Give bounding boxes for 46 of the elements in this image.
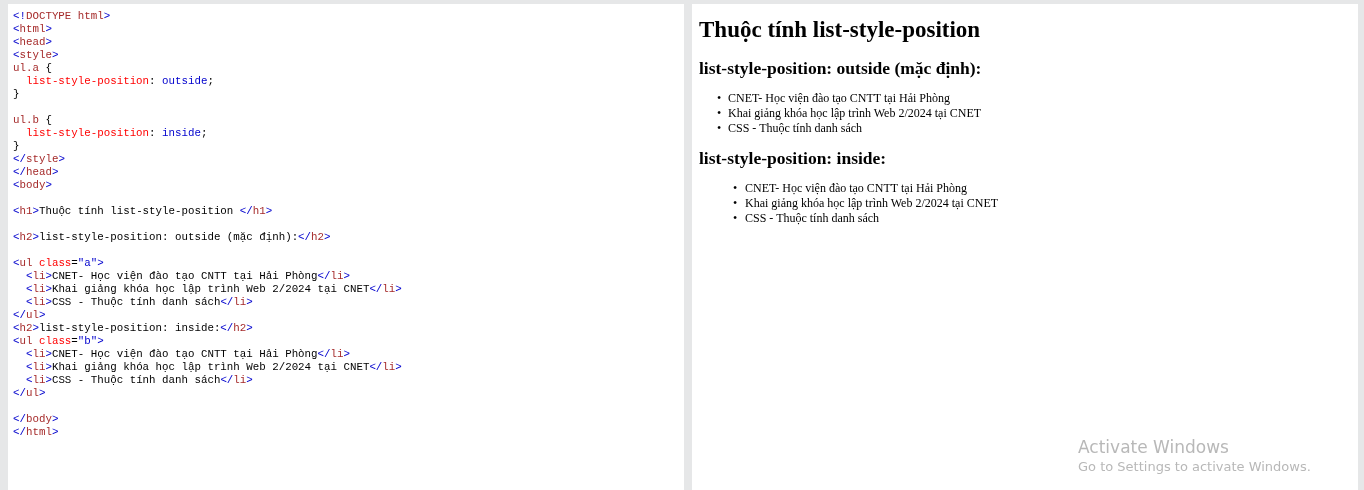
list-item: CSS - Thuộc tính danh sách xyxy=(728,120,863,136)
code-line: <ul class="b"> xyxy=(13,335,105,348)
code-line: ul.a { xyxy=(13,62,53,75)
bullet-icon: • xyxy=(733,180,745,196)
code-line: } xyxy=(13,140,21,153)
code-line: </style> xyxy=(13,153,66,166)
bullet-icon: • xyxy=(733,210,745,226)
code-line: </ul> xyxy=(13,309,47,322)
code-line: <li>CSS - Thuộc tính danh sách</li> xyxy=(24,296,254,309)
code-line: <h2>list-style-position: outside (mặc định):</h2> xyxy=(13,231,332,244)
code-line: <li>CNET- Học viện đào tạo CNTT tại Hải Phòng</li> xyxy=(24,348,351,361)
code-editor[interactable] xyxy=(8,4,684,490)
list-item: Khai giảng khóa học lập trình Web 2/2024 tại CNET xyxy=(728,105,982,121)
code-line: <body> xyxy=(13,179,53,192)
section-heading: list-style-position: inside: xyxy=(699,147,888,169)
code-line: } xyxy=(13,88,21,101)
code-line: <li>CNET- Học viện đào tạo CNTT tại Hải Phòng</li> xyxy=(24,270,351,283)
code-line: </ul> xyxy=(13,387,47,400)
code-line: </html> xyxy=(13,426,60,439)
code-line: ul.b { xyxy=(13,114,53,127)
code-line: <style> xyxy=(13,49,60,62)
code-line: <ul class="a"> xyxy=(13,257,105,270)
code-line: <h1>Thuộc tính list-style-position </h1> xyxy=(13,205,274,218)
code-line: </body> xyxy=(13,413,60,426)
code-line: <li>CSS - Thuộc tính danh sách</li> xyxy=(24,374,254,387)
bullet-icon: • xyxy=(733,195,745,211)
code-line: <li>Khai giảng khóa học lập trình Web 2/2024 tại CNET</li> xyxy=(24,283,403,296)
code-line: <h2>list-style-position: inside:</h2> xyxy=(13,322,254,335)
page-heading: Thuộc tính list-style-position xyxy=(699,16,982,44)
bullet-icon: • xyxy=(717,120,728,136)
bullet-icon: • xyxy=(717,90,728,106)
section-heading: list-style-position: outside (mặc định): xyxy=(699,57,983,79)
list-item: CSS - Thuộc tính danh sách xyxy=(745,210,880,226)
activation-title: Activate Windows xyxy=(1078,436,1230,458)
code-line: list-style-position: inside; xyxy=(24,127,209,140)
code-line: <html> xyxy=(13,23,53,36)
bullet-icon: • xyxy=(717,105,728,121)
code-line: </head> xyxy=(13,166,60,179)
code-line: <head> xyxy=(13,36,53,49)
list-item: CNET- Học viện đào tạo CNTT tại Hải Phòng xyxy=(745,180,967,196)
list-item: Khai giảng khóa học lập trình Web 2/2024 tại CNET xyxy=(745,195,999,211)
code-line: list-style-position: outside; xyxy=(24,75,215,88)
code-line: <li>Khai giảng khóa học lập trình Web 2/2024 tại CNET</li> xyxy=(24,361,403,374)
activation-message: Go to Settings to activate Windows. xyxy=(1078,458,1311,476)
list-item: CNET- Học viện đào tạo CNTT tại Hải Phòng xyxy=(728,90,950,106)
code-line: <!DOCTYPE html> xyxy=(13,10,112,23)
